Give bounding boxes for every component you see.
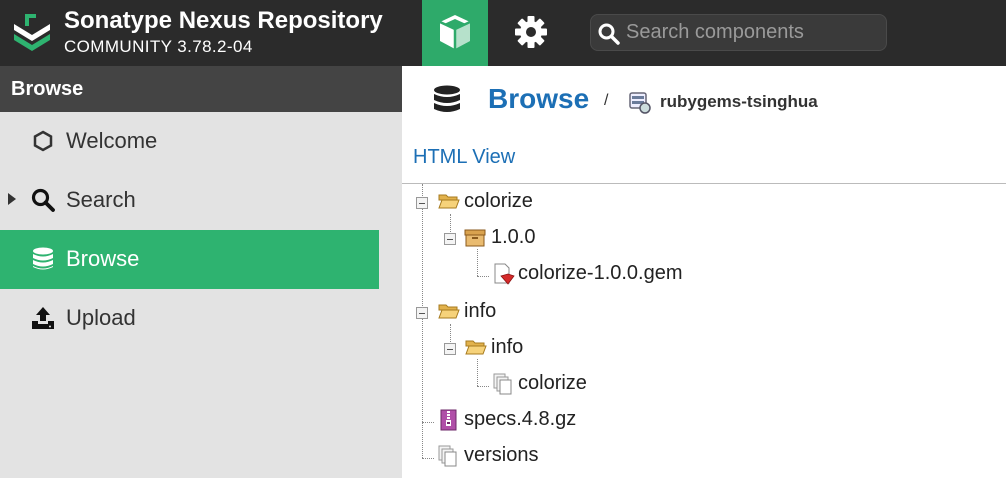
tree-node[interactable]: versions — [402, 442, 702, 472]
html-view-link[interactable]: HTML View — [413, 146, 515, 169]
app-title: Sonatype Nexus Repository — [64, 7, 383, 34]
collapse-toggle-icon[interactable] — [416, 307, 428, 319]
hexagon-icon — [33, 130, 53, 152]
tree-node[interactable]: info — [402, 298, 702, 328]
tree-node[interactable]: specs.4.8.gz — [402, 406, 702, 436]
collapse-toggle-icon[interactable] — [444, 233, 456, 245]
sidebar-item-upload[interactable]: Upload — [0, 289, 379, 348]
sidebar-item-label: Welcome — [66, 128, 158, 153]
sidebar-title: Browse — [0, 66, 402, 112]
tree-node-label: colorize — [464, 190, 533, 212]
upload-icon — [32, 307, 54, 329]
gear-icon — [515, 16, 547, 48]
sidebar-item-label: Upload — [66, 305, 136, 330]
folder-open-icon — [465, 340, 487, 355]
collapse-toggle-icon[interactable] — [444, 343, 456, 355]
database-icon — [33, 247, 53, 270]
tree-node-label: specs.4.8.gz — [464, 408, 577, 430]
tree-node[interactable]: info — [402, 334, 702, 364]
breadcrumb-separator: / — [604, 92, 609, 109]
app-version: COMMUNITY 3.78.2-04 — [64, 37, 253, 56]
browse-mode-button[interactable] — [422, 0, 488, 66]
folder-open-icon — [438, 194, 460, 209]
file-stack-icon — [438, 445, 457, 467]
sidebar-item-search[interactable]: Search — [0, 171, 379, 230]
sidebar-item-welcome[interactable]: Welcome — [0, 112, 379, 171]
folder-open-icon — [438, 304, 460, 319]
sidebar-item-browse[interactable]: Browse — [0, 230, 379, 289]
tree-node-label: info — [464, 300, 497, 322]
sidebar: Browse Welcome Search Browse Upload — [0, 66, 402, 478]
main-content: Browse / rubygems-tsinghua HTML View col… — [402, 66, 1006, 478]
search-icon — [31, 188, 55, 212]
ruby-gem-file-icon — [494, 263, 515, 285]
breadcrumb-repository: rubygems-tsinghua — [660, 92, 818, 111]
search-icon — [598, 23, 620, 45]
nexus-logo[interactable] — [12, 12, 52, 54]
archive-file-icon — [440, 409, 457, 431]
component-tree: colorize 1.0.0 colorize-1.0.0.gem info i… — [402, 184, 1006, 478]
tree-node[interactable]: 1.0.0 — [402, 224, 702, 254]
collapse-toggle-icon[interactable] — [416, 197, 428, 209]
file-stack-icon — [493, 373, 512, 395]
sidebar-item-label: Browse — [66, 246, 140, 271]
search-input[interactable] — [626, 15, 876, 50]
tree-node-label: colorize-1.0.0.gem — [518, 262, 683, 284]
repository-icon — [629, 92, 651, 114]
tree-node[interactable]: colorize — [402, 370, 702, 400]
tree-node-label: versions — [464, 444, 539, 466]
top-header: Sonatype Nexus Repository COMMUNITY 3.78… — [0, 0, 1006, 66]
expand-caret-icon[interactable] — [8, 193, 16, 205]
tree-node-label: colorize — [518, 372, 587, 394]
tree-node[interactable]: colorize-1.0.0.gem — [402, 260, 722, 290]
page-title[interactable]: Browse — [488, 83, 589, 115]
package-icon — [464, 229, 486, 247]
tree-node-label: info — [491, 336, 524, 358]
tree-node[interactable]: colorize — [402, 188, 702, 218]
tree-node-label: 1.0.0 — [491, 226, 536, 248]
sidebar-item-label: Search — [66, 187, 136, 212]
database-icon — [434, 85, 460, 112]
administration-button[interactable] — [498, 0, 564, 66]
search-box[interactable] — [590, 14, 887, 51]
cube-icon — [439, 15, 471, 49]
